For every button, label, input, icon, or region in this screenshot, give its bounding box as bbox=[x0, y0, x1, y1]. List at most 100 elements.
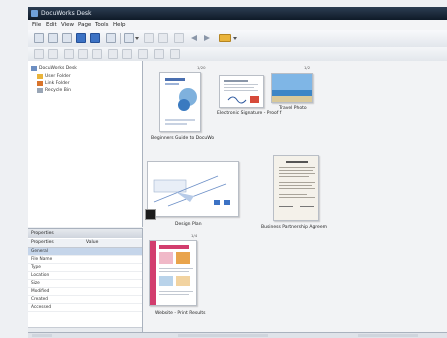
status-segment bbox=[32, 334, 52, 337]
paste-icon[interactable] bbox=[158, 33, 168, 43]
document-page bbox=[147, 161, 239, 217]
folder-tree: DocuWorks Desk User Folder Link Folder R… bbox=[28, 61, 143, 227]
layout-icon[interactable] bbox=[124, 33, 134, 43]
status-bar bbox=[28, 332, 447, 338]
mail-icon[interactable] bbox=[154, 49, 164, 59]
signature-page-art bbox=[224, 80, 259, 104]
secondary-toolbar bbox=[28, 47, 447, 62]
back-arrow-icon[interactable] bbox=[190, 33, 199, 43]
menu-tools[interactable]: Tools bbox=[95, 20, 109, 30]
agreement-page-art bbox=[279, 161, 315, 207]
document-page bbox=[149, 240, 197, 306]
document-label: Design Plan bbox=[175, 222, 202, 227]
print-icon[interactable] bbox=[106, 33, 116, 43]
page-count: 1/4 bbox=[191, 233, 198, 238]
open-document-icon[interactable] bbox=[48, 33, 58, 43]
status-segment bbox=[358, 334, 418, 337]
travel-photo-art bbox=[272, 74, 312, 102]
document-thumbnail[interactable]: Business Partnership Agreem bbox=[261, 153, 341, 233]
property-name: Accessed bbox=[31, 305, 52, 310]
main-toolbar bbox=[28, 30, 447, 48]
table-row[interactable]: Type bbox=[28, 264, 142, 272]
tree-item-label: Link Folder bbox=[45, 81, 70, 86]
document-page bbox=[219, 75, 264, 108]
new-document-icon[interactable] bbox=[34, 33, 44, 43]
window-title: DocuWorks Desk bbox=[41, 10, 92, 17]
properties-titlebar: Properties bbox=[28, 229, 142, 238]
website-print-art bbox=[150, 241, 193, 305]
document-label: Website - Print Results bbox=[155, 311, 206, 316]
table-row[interactable]: Modified bbox=[28, 288, 142, 296]
properties-icon[interactable] bbox=[174, 33, 184, 43]
link-folder-icon bbox=[37, 81, 43, 86]
cut-icon[interactable] bbox=[144, 33, 154, 43]
table-row[interactable]: Size bbox=[28, 280, 142, 288]
status-segment bbox=[178, 334, 268, 337]
stamp-badge-icon bbox=[145, 209, 156, 220]
layout-dropdown-icon[interactable] bbox=[135, 33, 140, 43]
document-thumbnail[interactable]: 1/2 Travel Photo bbox=[267, 65, 317, 117]
forward-arrow-icon[interactable] bbox=[203, 33, 212, 43]
convert-icon[interactable] bbox=[170, 49, 180, 59]
view-mode-icon[interactable] bbox=[76, 33, 86, 43]
property-name: Modified bbox=[31, 289, 50, 294]
document-thumbnail[interactable]: Design Plan bbox=[145, 159, 245, 237]
stamp-icon[interactable] bbox=[108, 49, 118, 59]
property-name: File Name bbox=[31, 257, 53, 262]
menu-view[interactable]: View bbox=[61, 20, 74, 30]
properties-header: Properties Value bbox=[28, 239, 142, 248]
bind-icon[interactable] bbox=[34, 49, 44, 59]
table-row[interactable]: Created bbox=[28, 296, 142, 304]
document-thumbnail[interactable]: 1/4 Website - Print Results bbox=[145, 233, 225, 323]
menu-help[interactable]: Help bbox=[113, 20, 126, 30]
table-row[interactable]: Location bbox=[28, 272, 142, 280]
unbind-icon[interactable] bbox=[48, 49, 58, 59]
copy-icon[interactable] bbox=[62, 33, 72, 43]
menu-edit[interactable]: Edit bbox=[46, 20, 57, 30]
document-page bbox=[273, 155, 319, 221]
desk-icon bbox=[31, 66, 37, 71]
recycle-bin-icon bbox=[37, 88, 43, 93]
design-plan-art bbox=[153, 175, 230, 207]
merge-icon[interactable] bbox=[64, 49, 74, 59]
folder-dropdown-icon[interactable] bbox=[233, 33, 238, 43]
document-label: Beginners Guide to DocuWo bbox=[151, 136, 215, 141]
tree-item-label: User Folder bbox=[45, 74, 71, 79]
property-name: Created bbox=[31, 297, 49, 302]
folder-icon[interactable] bbox=[219, 34, 231, 42]
search-icon[interactable] bbox=[138, 49, 148, 59]
document-label: Business Partnership Agreem bbox=[261, 225, 327, 230]
property-name: Location bbox=[31, 273, 50, 278]
table-row[interactable]: File Name bbox=[28, 256, 142, 264]
menu-file[interactable]: File bbox=[32, 20, 41, 30]
menu-bar: File Edit View Page Tools Help bbox=[28, 20, 447, 30]
menu-page[interactable]: Page bbox=[78, 20, 91, 30]
properties-pane: Properties Properties Value General File… bbox=[28, 228, 143, 333]
split-icon[interactable] bbox=[78, 49, 88, 59]
title-bar: DocuWorks Desk bbox=[28, 7, 447, 20]
document-page bbox=[159, 72, 201, 132]
property-name: Type bbox=[31, 265, 41, 270]
app-icon bbox=[31, 10, 38, 17]
guide-cover-art bbox=[165, 78, 197, 125]
annotation-icon[interactable] bbox=[122, 49, 132, 59]
folder-icon bbox=[37, 74, 43, 79]
page-count: 1/20 bbox=[197, 65, 206, 70]
table-row[interactable]: General bbox=[28, 248, 142, 256]
property-name: General bbox=[31, 249, 48, 254]
document-label: Travel Photo bbox=[279, 106, 307, 111]
toolbar-separator bbox=[120, 33, 121, 44]
properties-title: Properties bbox=[31, 231, 54, 236]
rotate-icon[interactable] bbox=[92, 49, 102, 59]
page-count: 1/2 bbox=[304, 65, 311, 70]
column-header-value[interactable]: Value bbox=[86, 239, 98, 247]
tree-item-label: Recycle Bin bbox=[45, 88, 71, 93]
document-page bbox=[271, 73, 313, 103]
table-row[interactable]: Accessed bbox=[28, 304, 142, 312]
column-header-property[interactable]: Properties bbox=[31, 239, 54, 247]
document-workspace: 1/20 Beginners Guide to DocuWo Electroni… bbox=[143, 61, 447, 332]
property-name: Size bbox=[31, 281, 40, 286]
thumbnail-view-icon[interactable] bbox=[90, 33, 100, 43]
app-window: DocuWorks Desk File Edit View Page Tools… bbox=[0, 0, 447, 338]
tree-root-label: DocuWorks Desk bbox=[39, 66, 77, 71]
